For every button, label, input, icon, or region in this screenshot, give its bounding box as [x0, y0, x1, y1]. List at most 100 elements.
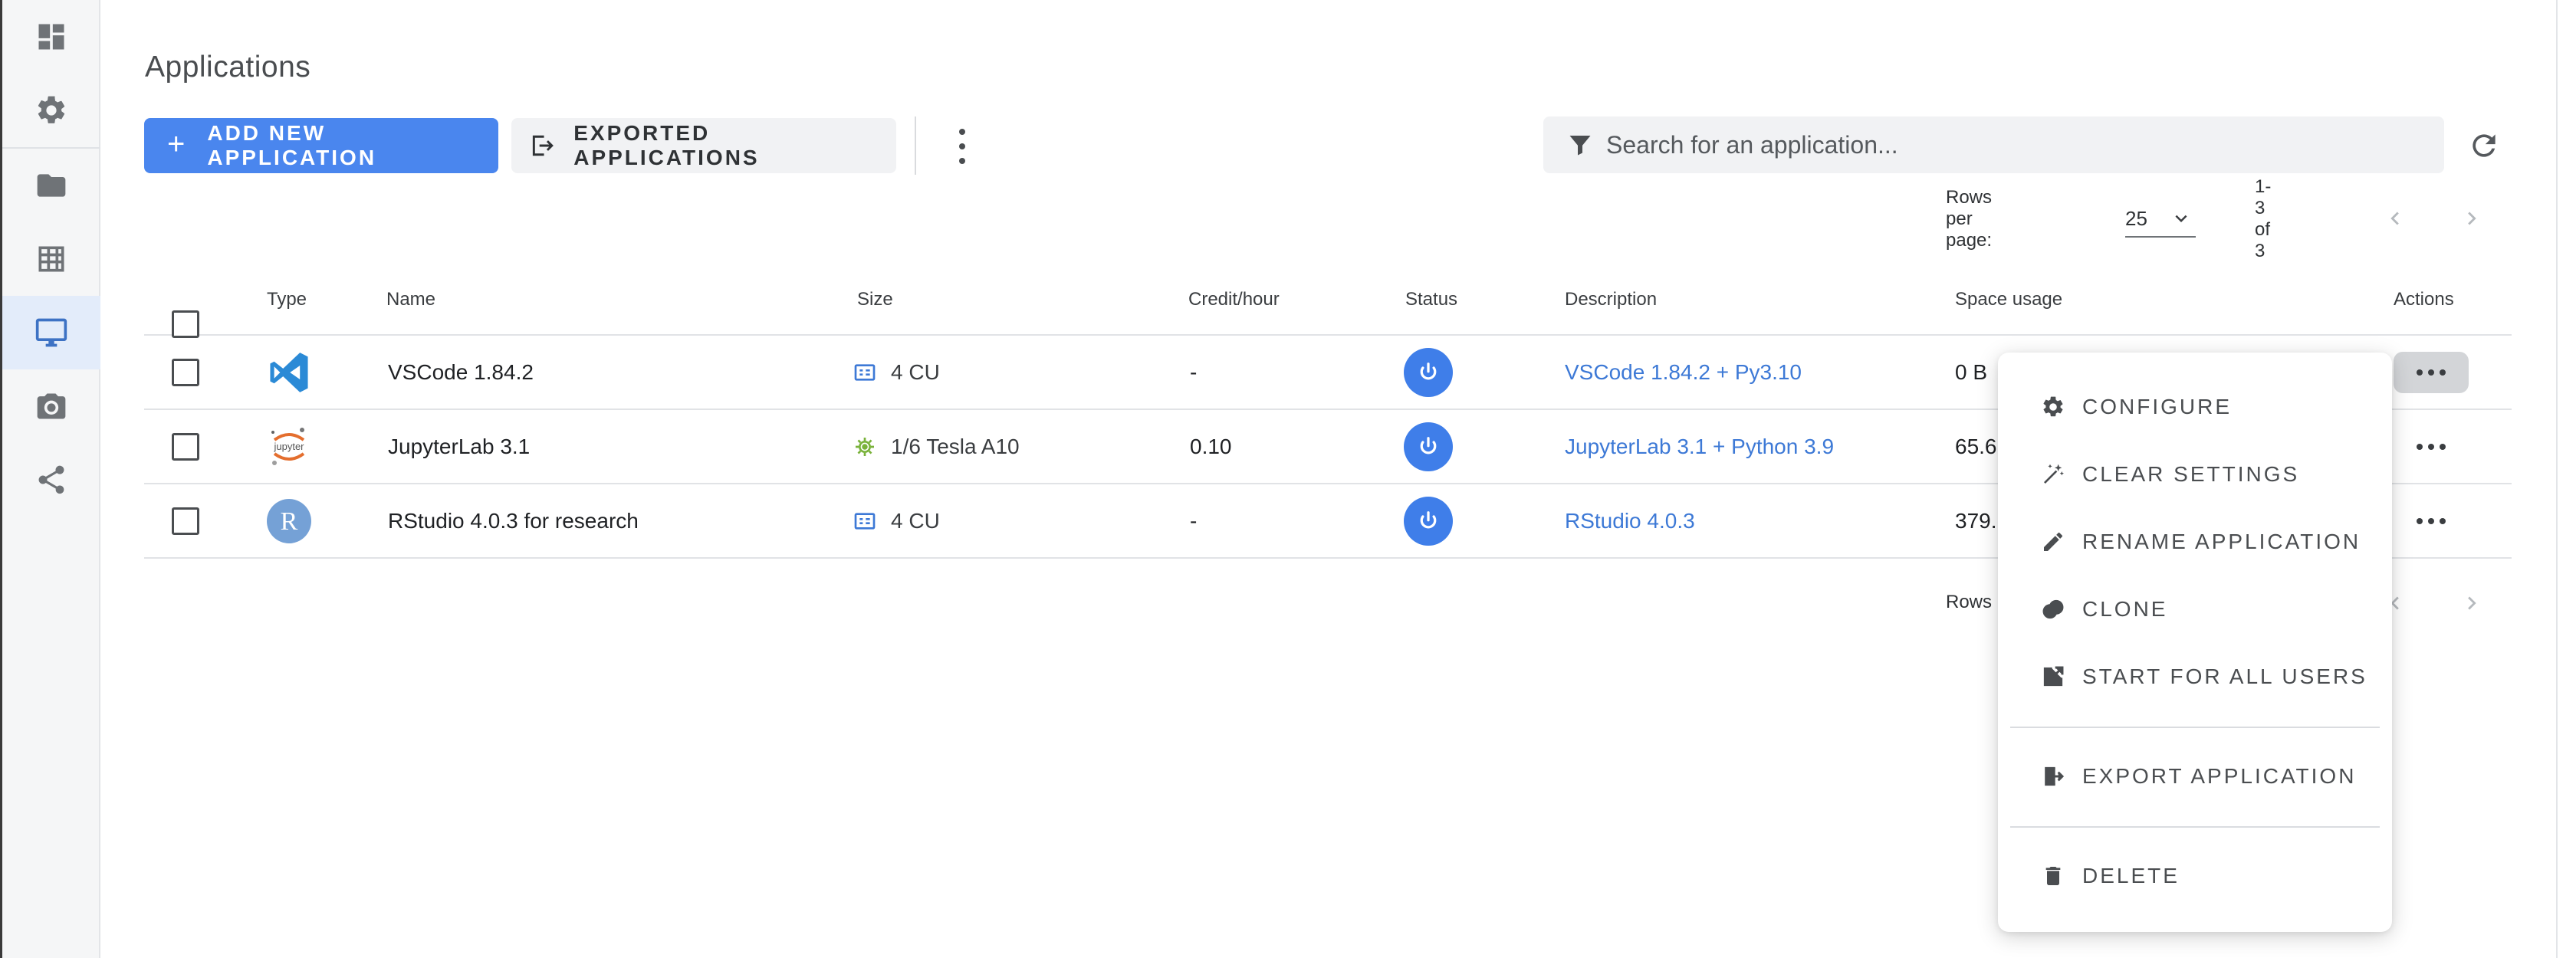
trash-icon: [2045, 867, 2061, 885]
next-page-button[interactable]: [2459, 205, 2485, 231]
credit-value: -: [1190, 508, 1198, 533]
sidebar-item-snapshots[interactable]: [2, 369, 100, 443]
sidebar-item-applications[interactable]: [2, 296, 100, 369]
space-usage-value: 0 B: [1955, 359, 1988, 384]
row-actions-button[interactable]: [2394, 484, 2469, 557]
magic-wand-icon: [2044, 464, 2064, 484]
share-icon: [38, 465, 64, 494]
sidebar-item-dashboard[interactable]: [2, 0, 100, 74]
refresh-icon: [2472, 134, 2496, 157]
column-space-usage[interactable]: Space usage: [1955, 289, 2062, 310]
gear-icon: [2043, 396, 2063, 417]
more-options-icon[interactable]: [951, 129, 974, 164]
jupyter-logo-text: jupyter: [273, 441, 304, 452]
rows-per-page-value: 25: [2125, 206, 2147, 230]
export-icon: [532, 135, 554, 156]
more-horizontal-icon: [2417, 369, 2446, 376]
cpu-icon: [854, 512, 876, 530]
power-icon: [1420, 436, 1437, 454]
rows-per-page-label: Rows per page:: [1946, 187, 1993, 251]
folder-icon: [37, 174, 66, 197]
row-checkbox[interactable]: [172, 336, 199, 408]
menu-item-label: RENAME APPLICATION: [2082, 530, 2361, 553]
more-horizontal-icon: [2417, 517, 2446, 524]
column-description[interactable]: Description: [1565, 289, 1657, 310]
space-usage-value: 379.: [1955, 508, 1997, 533]
column-type[interactable]: Type: [267, 289, 307, 310]
menu-item-start-for-all-users[interactable]: START FOR ALL USERS: [1998, 646, 2392, 707]
row-actions-button[interactable]: [2394, 336, 2469, 408]
menu-item-rename-application[interactable]: RENAME APPLICATION: [1998, 511, 2392, 573]
toolbar-divider: [915, 116, 916, 175]
table-header: Type Name Size Credit/hour Status Descri…: [144, 262, 2512, 338]
size-value: 4 CU: [891, 359, 940, 384]
row-actions-menu: CONFIGURE CLEAR SETTINGS RENAME APPLICAT…: [1998, 353, 2392, 932]
gpu-icon: [856, 437, 874, 456]
status-power-button[interactable]: [1404, 336, 1453, 408]
size-cell: 1/6 Tesla A10: [853, 410, 1020, 483]
sidebar: [0, 0, 100, 958]
add-new-application-button[interactable]: + ADD NEW APPLICATION: [144, 118, 498, 173]
menu-item-clone[interactable]: CLONE: [1998, 579, 2392, 640]
description-link[interactable]: RStudio 4.0.3: [1565, 484, 1695, 557]
page-title: Applications: [145, 51, 311, 84]
size-cell: 4 CU: [853, 336, 940, 408]
credit-value: 0.10: [1190, 434, 1232, 458]
column-name[interactable]: Name: [386, 289, 435, 310]
sidebar-item-files[interactable]: [2, 149, 100, 222]
next-page-button-bottom[interactable]: [2459, 590, 2485, 616]
rows-per-page-select[interactable]: 25: [2125, 201, 2196, 238]
sidebar-item-settings[interactable]: [2, 74, 100, 147]
app-name[interactable]: RStudio 4.0.3 for research: [388, 484, 639, 557]
camera-icon: [37, 393, 66, 419]
sidebar-item-share[interactable]: [2, 443, 100, 517]
app-name[interactable]: VSCode 1.84.2: [388, 336, 534, 408]
chevron-left-icon: [2390, 212, 2399, 225]
status-power-button[interactable]: [1404, 484, 1453, 557]
search-input[interactable]: [1606, 130, 2373, 159]
row-checkbox[interactable]: [172, 484, 199, 557]
column-status[interactable]: Status: [1405, 289, 1457, 310]
rstudio-icon: R: [265, 484, 313, 557]
chevron-right-icon: [2468, 596, 2476, 610]
description-link[interactable]: VSCode 1.84.2 + Py3.10: [1565, 336, 1802, 408]
pencil-icon: [2044, 532, 2063, 551]
column-size[interactable]: Size: [857, 289, 893, 310]
chevron-down-icon: [2175, 215, 2187, 222]
filter-icon: [1569, 136, 1591, 156]
column-actions: Actions: [2394, 289, 2454, 310]
credit-value: -: [1190, 359, 1198, 384]
jupyter-icon: jupyter: [265, 410, 313, 483]
refresh-button[interactable]: [2467, 129, 2501, 162]
status-power-button[interactable]: [1404, 410, 1453, 483]
scrollbar[interactable]: [2556, 0, 2576, 958]
menu-divider: [2010, 727, 2380, 728]
menu-item-delete[interactable]: DELETE: [1998, 845, 2392, 907]
rstudio-logo-text: R: [281, 507, 298, 536]
row-checkbox[interactable]: [172, 410, 199, 483]
menu-item-export-application[interactable]: EXPORT APPLICATION: [1998, 746, 2392, 807]
power-icon: [1420, 362, 1437, 379]
size-value: 4 CU: [891, 508, 940, 533]
menu-item-label: DELETE: [2082, 864, 2180, 887]
menu-item-clear-settings[interactable]: CLEAR SETTINGS: [1998, 444, 2392, 505]
vscode-icon: [265, 336, 313, 408]
exported-applications-label: EXPORTED APPLICATIONS: [573, 121, 760, 169]
add-new-application-label: ADD NEW APPLICATION: [207, 121, 377, 169]
sidebar-item-data[interactable]: [2, 222, 100, 296]
prev-page-button[interactable]: [2382, 205, 2408, 231]
size-value: 1/6 Tesla A10: [891, 434, 1020, 458]
menu-item-label: EXPORT APPLICATION: [2082, 764, 2357, 788]
column-credit[interactable]: Credit/hour: [1188, 289, 1280, 310]
search-box: [1543, 116, 2444, 173]
app-name[interactable]: JupyterLab 3.1: [388, 410, 530, 483]
plus-icon: +: [167, 126, 188, 161]
description-link[interactable]: JupyterLab 3.1 + Python 3.9: [1565, 410, 1834, 483]
export-icon: [2045, 766, 2065, 786]
exported-applications-button[interactable]: EXPORTED APPLICATIONS: [511, 118, 896, 173]
gear-icon: [38, 96, 65, 123]
clone-icon: [2042, 599, 2064, 619]
row-actions-button[interactable]: [2394, 410, 2469, 483]
menu-item-configure[interactable]: CONFIGURE: [1998, 376, 2392, 438]
menu-divider: [2010, 826, 2380, 828]
